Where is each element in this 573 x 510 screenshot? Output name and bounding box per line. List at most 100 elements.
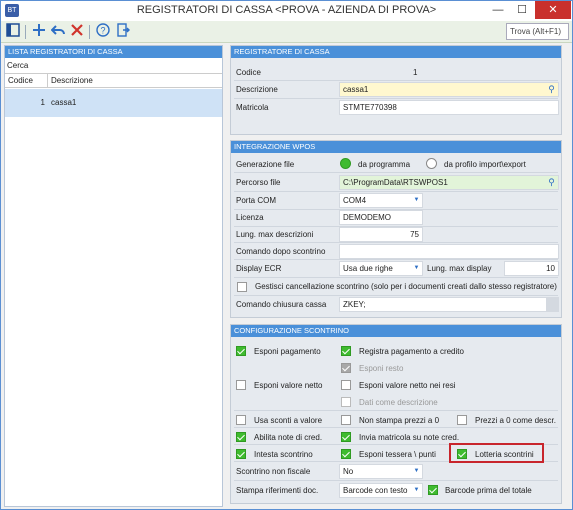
codice-value: 1 (413, 68, 418, 77)
lung-display-label: Lung. max display (427, 264, 492, 273)
help-icon[interactable]: ? (94, 23, 112, 41)
non-stampa-checkbox[interactable] (341, 415, 351, 425)
search-label[interactable]: Cerca (7, 61, 28, 70)
esponi-resto-checkbox[interactable] (341, 363, 351, 373)
licenza-field[interactable]: DEMODEMO (339, 210, 423, 225)
cell-descrizione: cassa1 (51, 98, 77, 107)
non-fiscale-select[interactable]: No ▼ (339, 464, 423, 479)
intesta-checkbox[interactable] (236, 449, 246, 459)
esponi-tessera-checkbox[interactable] (341, 449, 351, 459)
chiusura-button[interactable] (547, 297, 559, 312)
matricola-label: Matricola (236, 103, 269, 112)
configurazione-header: CONFIGURAZIONE SCONTRINO (231, 325, 561, 337)
lung-display-field[interactable]: 10 (504, 261, 559, 276)
barcode-prima-checkbox[interactable] (428, 485, 438, 495)
wpos-section: INTEGRAZIONE WPOS Generazione file da pr… (230, 140, 562, 318)
esponi-valore-netto-resi-label: Esponi valore netto nei resi (359, 381, 456, 390)
browse-icon[interactable]: ⚲ (546, 177, 557, 188)
non-stampa-label: Non stampa prezzi a 0 (359, 416, 440, 425)
radio-da-programma[interactable] (340, 158, 351, 169)
prezzi-zero-label: Prezzi a 0 come descr. (475, 416, 556, 425)
da-programma-label: da programma (358, 160, 411, 169)
chiusura-label: Comando chiusura cassa (236, 300, 327, 309)
descrizione-label: Descrizione (236, 85, 278, 94)
column-header-descrizione[interactable]: Descrizione (51, 76, 93, 85)
descrizione-field[interactable]: cassa1 ⚲ (339, 82, 559, 97)
display-ecr-select[interactable]: Usa due righe ▼ (339, 261, 423, 276)
codice-label: Codice (236, 68, 261, 77)
divider (234, 80, 558, 81)
porta-label: Porta COM (236, 196, 277, 205)
divider (234, 191, 558, 192)
toolbar-separator (25, 25, 26, 39)
matricola-field[interactable]: STMTE770398 (339, 100, 559, 115)
invia-matricola-label: Invia matricola su note cred. (359, 433, 460, 442)
lung-max-field[interactable]: 75 (339, 227, 423, 242)
usa-sconti-checkbox[interactable] (236, 415, 246, 425)
divider (234, 427, 558, 428)
chevron-down-icon[interactable]: ▼ (411, 465, 422, 478)
exit-icon[interactable] (114, 23, 132, 41)
undo-icon[interactable] (49, 23, 67, 41)
grid-header: Codice Descrizione (5, 73, 222, 88)
display-ecr-value: Usa due righe (343, 264, 393, 273)
maximize-button[interactable]: ☐ (511, 1, 533, 19)
porta-value: COM4 (343, 196, 367, 205)
comando-dopo-field[interactable] (339, 244, 559, 259)
stampa-rif-select[interactable]: Barcode con testo ▼ (339, 483, 423, 498)
panel-toggle-icon[interactable] (4, 23, 22, 41)
non-fiscale-label: Scontrino non fiscale (236, 467, 311, 476)
da-profilo-label: da profilo import\export (444, 160, 526, 169)
usa-sconti-label: Usa sconti a valore (254, 416, 323, 425)
abilita-note-checkbox[interactable] (236, 432, 246, 442)
comando-dopo-label: Comando dopo scontrino (236, 247, 326, 256)
chevron-down-icon[interactable]: ▼ (411, 262, 422, 275)
registers-list-panel: LISTA REGISTRATORI DI CASSA Cerca Codice… (4, 45, 223, 507)
list-header: LISTA REGISTRATORI DI CASSA (5, 46, 222, 58)
percorso-label: Percorso file (236, 178, 281, 187)
barcode-prima-label: Barcode prima del totale (445, 486, 532, 495)
esponi-valore-netto-resi-checkbox[interactable] (341, 380, 351, 390)
divider (234, 295, 558, 296)
svg-text:?: ? (100, 26, 105, 36)
delete-icon[interactable] (68, 23, 86, 41)
configurazione-section: CONFIGURAZIONE SCONTRINO Esponi pagament… (230, 324, 562, 504)
toolbar: ? Trova (Alt+F1) (1, 21, 572, 43)
radio-da-profilo[interactable] (426, 158, 437, 169)
chiusura-field[interactable]: ZKEY; (339, 297, 547, 312)
esponi-pagamento-label: Esponi pagamento (254, 347, 321, 356)
divider (234, 480, 558, 481)
gestisci-checkbox[interactable] (237, 282, 247, 292)
intesta-label: Intesta scontrino (254, 450, 313, 459)
close-button[interactable]: ✕ (535, 1, 571, 19)
divider (234, 172, 558, 173)
esponi-pagamento-checkbox[interactable] (236, 346, 246, 356)
table-row[interactable]: 1 cassa1 (5, 89, 222, 117)
percorso-field[interactable]: C:\ProgramData\RTSWPOS1 ⚲ (339, 175, 559, 190)
title-bar: BT REGISTRATORI DI CASSA <PROVA - AZIEND… (1, 1, 572, 21)
esponi-valore-netto-checkbox[interactable] (236, 380, 246, 390)
cell-codice: 1 (40, 98, 45, 107)
add-icon[interactable] (30, 23, 48, 41)
minimize-button[interactable]: — (487, 1, 509, 19)
display-ecr-label: Display ECR (236, 264, 282, 273)
registratore-header: REGISTRATORE DI CASSA (231, 46, 561, 58)
prezzi-zero-checkbox[interactable] (457, 415, 467, 425)
toolbar-separator (89, 25, 90, 39)
percorso-value: C:\ProgramData\RTSWPOS1 (343, 178, 448, 187)
esponi-resto-label: Esponi resto (359, 364, 404, 373)
chevron-down-icon[interactable]: ▼ (411, 194, 422, 207)
search-input[interactable]: Trova (Alt+F1) (506, 23, 569, 40)
wpos-header: INTEGRAZIONE WPOS (231, 141, 561, 153)
dati-descrizione-checkbox[interactable] (341, 397, 351, 407)
registra-pagamento-checkbox[interactable] (341, 346, 351, 356)
column-header-codice[interactable]: Codice (8, 76, 33, 85)
divider (234, 98, 558, 99)
chevron-down-icon[interactable]: ▼ (411, 484, 422, 497)
porta-select[interactable]: COM4 ▼ (339, 193, 423, 208)
invia-matricola-checkbox[interactable] (341, 432, 351, 442)
highlight-box (449, 443, 544, 463)
lung-max-label: Lung. max descrizioni (236, 230, 314, 239)
search-icon[interactable]: ⚲ (546, 84, 557, 95)
divider (234, 277, 558, 278)
